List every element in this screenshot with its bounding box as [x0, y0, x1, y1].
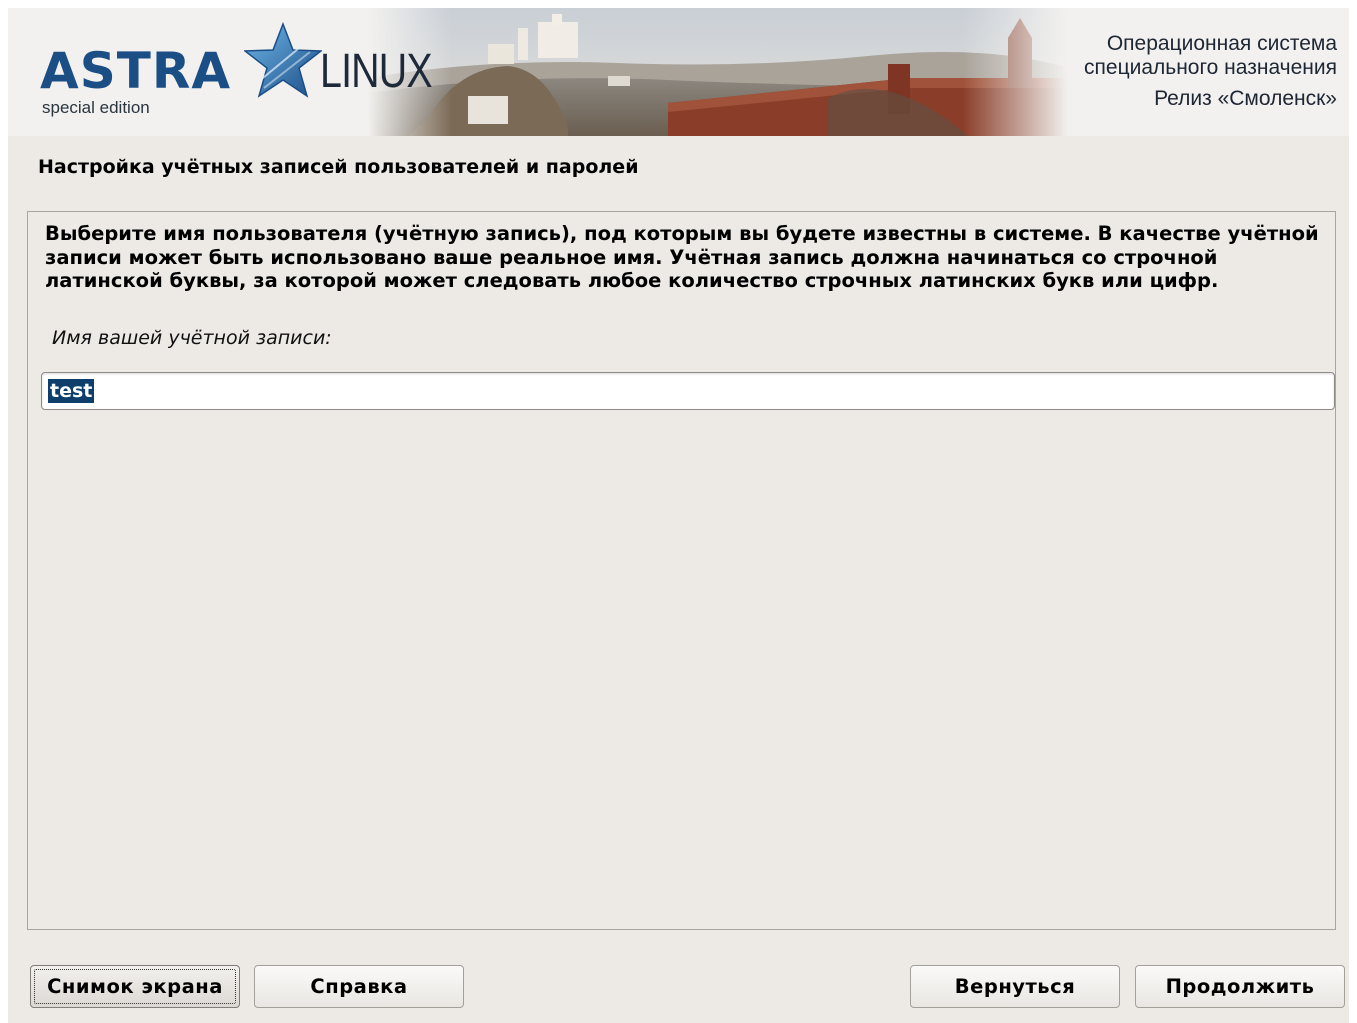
edition-label: special edition	[42, 98, 150, 117]
help-button-label: Справка	[310, 975, 408, 998]
banner: ASTRA LINUX special edition Операционная…	[8, 8, 1349, 136]
screenshot-button[interactable]: Снимок экрана	[30, 965, 240, 1008]
help-button[interactable]: Справка	[254, 965, 464, 1008]
username-field-label: Имя вашей учётной записи:	[52, 327, 332, 349]
product-subtitle-line2: специального назначения	[1084, 56, 1337, 79]
astra-logo-text: ASTRA	[40, 42, 232, 100]
linux-logo-text: LINUX	[320, 45, 433, 98]
installer-window: ASTRA LINUX special edition Операционная…	[8, 8, 1349, 1023]
description-text: Выберите имя пользователя (учётную запис…	[45, 222, 1319, 292]
smolensk-panorama-image	[368, 8, 1068, 136]
back-button-label: Вернуться	[954, 975, 1076, 998]
back-button[interactable]: Вернуться	[910, 965, 1120, 1008]
product-info: Операционная система специального назнач…	[1084, 32, 1337, 111]
continue-button[interactable]: Продолжить	[1135, 965, 1345, 1008]
astra-star-icon	[244, 22, 322, 98]
username-input-value: test	[48, 379, 95, 403]
continue-button-label: Продолжить	[1165, 975, 1315, 998]
screenshot-button-label: Снимок экрана	[47, 975, 223, 998]
page-title: Настройка учётных записей пользователей …	[38, 156, 639, 178]
product-subtitle-line1: Операционная система	[1106, 32, 1337, 55]
content-panel: Выберите имя пользователя (учётную запис…	[27, 211, 1336, 930]
release-name: Релиз «Смоленск»	[1154, 87, 1337, 110]
username-input[interactable]: test	[41, 372, 1335, 410]
